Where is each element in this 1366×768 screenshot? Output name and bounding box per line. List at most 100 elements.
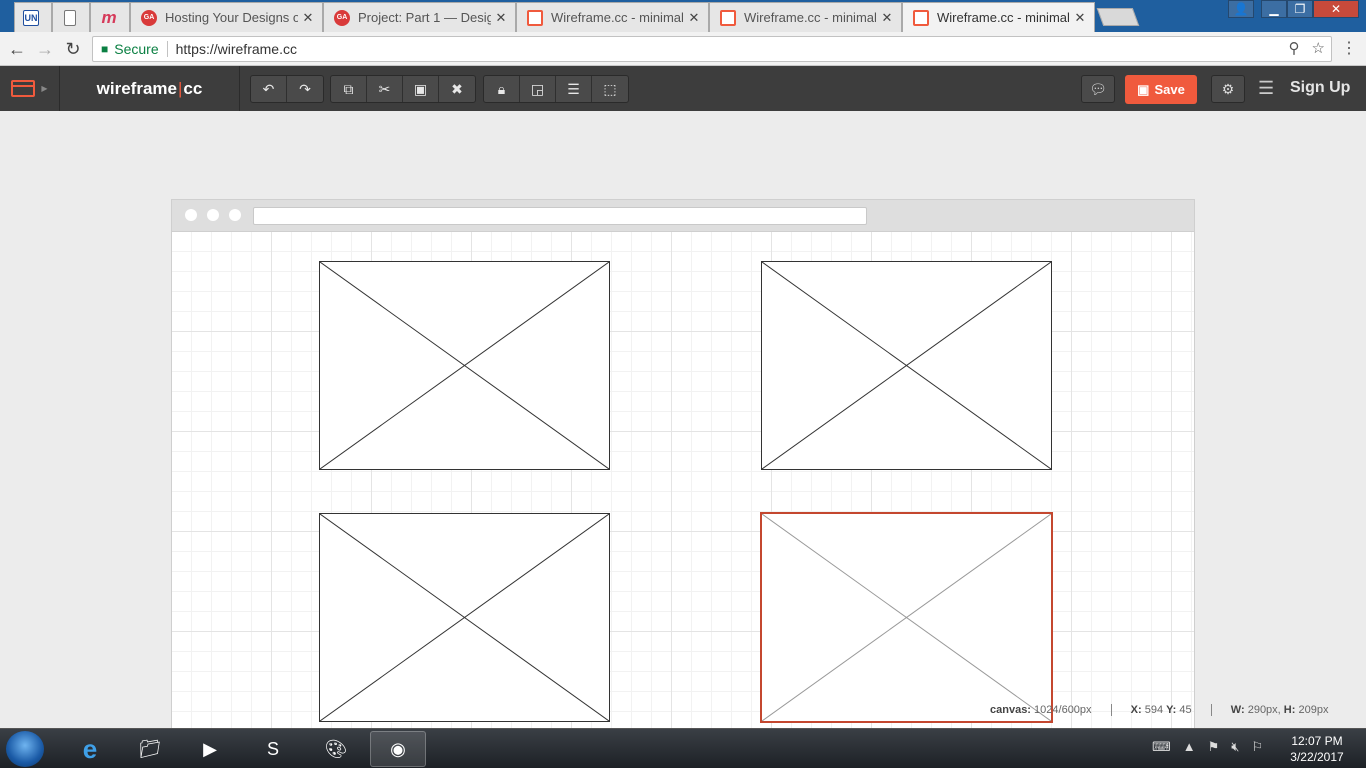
arrange-group: 🔒︎ ◲ ☰ ⬚ xyxy=(483,75,629,103)
clock-date: 3/22/2017 xyxy=(1290,750,1344,764)
back-icon[interactable]: ← xyxy=(4,36,30,62)
frame-dot xyxy=(229,209,241,221)
tab-un[interactable]: UN xyxy=(14,2,52,32)
tab-label: Hosting Your Designs on xyxy=(165,10,298,25)
lock-icon: ■ xyxy=(101,42,109,56)
window-close-icon[interactable]: ✕ xyxy=(1313,0,1359,18)
system-clock[interactable]: 12:07 PM 3/22/2017 xyxy=(1282,733,1352,765)
tray-expand-icon[interactable]: ▲ xyxy=(1183,739,1196,755)
canvas-status-bar: canvas: 1024/600px X: 594 Y: 45 W: 290px… xyxy=(990,704,1328,717)
close-icon[interactable]: ✕ xyxy=(298,10,318,26)
cut-icon[interactable]: ✂ xyxy=(367,76,403,102)
m-icon: m xyxy=(101,7,117,27)
hamburger-menu-icon[interactable]: ☰ xyxy=(1258,78,1274,99)
tab-m[interactable]: m xyxy=(90,2,130,32)
sign-up-link[interactable]: Sign Up xyxy=(1290,79,1350,97)
tab-label: Wireframe.cc - minimal w xyxy=(744,10,877,25)
stencil-menu-button[interactable]: ▶ xyxy=(0,66,60,111)
user-icon[interactable]: 👤 xyxy=(1228,0,1254,18)
omnibox[interactable]: ■ Secure https://wireframe.cc ⚲ ☆ xyxy=(92,36,1332,62)
internet-explorer-icon[interactable]: e xyxy=(62,731,118,767)
clock-time: 12:07 PM xyxy=(1291,734,1343,748)
settings-icon[interactable]: ⚙ xyxy=(1211,75,1245,103)
keyboard-icon[interactable]: ⌨ xyxy=(1152,739,1171,755)
frame-dot xyxy=(207,209,219,221)
bring-to-front-icon[interactable]: ◲ xyxy=(520,76,556,102)
work-area: canvas: 1024/600px X: 594 Y: 45 W: 290px… xyxy=(0,111,1366,728)
close-icon[interactable]: ✕ xyxy=(491,10,511,26)
caret-right-icon: ▶ xyxy=(41,84,48,93)
ga-icon: GA xyxy=(141,9,157,26)
secure-label: Secure xyxy=(114,41,159,57)
tab-blank[interactable] xyxy=(52,2,90,32)
brand-right: cc xyxy=(183,78,203,98)
action-center-icon[interactable]: ⚑ xyxy=(1208,739,1220,755)
paste-icon[interactable]: ▣ xyxy=(403,76,439,102)
tab-wireframe-1[interactable]: Wireframe.cc - minimal w ✕ xyxy=(516,2,709,32)
save-button[interactable]: ▣ Save xyxy=(1125,75,1197,104)
file-explorer-icon[interactable]: 📁︎ xyxy=(122,731,178,767)
sublime-text-icon[interactable]: S xyxy=(245,731,301,767)
canvas-grid[interactable] xyxy=(172,232,1194,728)
delete-icon[interactable]: ✖ xyxy=(439,76,475,102)
system-tray: ⌨ ▲ ⚑ 🔇︎ ⚐ xyxy=(1152,739,1263,755)
brand-left: wireframe xyxy=(96,78,177,98)
paint-icon[interactable]: 🎨︎ xyxy=(308,731,364,767)
window-stencil-icon xyxy=(11,80,36,97)
app-toolbar: ▶ wireframe | cc ↶ ↷ ⧉ ✂ ▣ ✖ 🔒︎ ◲ ☰ ⬚ 💬︎… xyxy=(0,66,1366,111)
group-icon[interactable]: ⬚ xyxy=(592,76,628,102)
image-placeholder[interactable] xyxy=(761,261,1052,470)
windows-taskbar: e 📁︎ ▶ S 🎨︎ ◉ ⌨ ▲ ⚑ 🔇︎ ⚐ 12:07 PM 3/22/2… xyxy=(0,728,1366,768)
bookmark-star-icon[interactable]: ☆ xyxy=(1312,39,1325,57)
tab-label: Project: Part 1 — Design xyxy=(358,10,491,25)
windows-start-icon[interactable] xyxy=(6,731,44,767)
comment-icon[interactable]: 💬︎ xyxy=(1081,75,1115,103)
browser-tab-strip: UN m GA Hosting Your Designs on ✕ GA Pro… xyxy=(0,0,1366,32)
url-text[interactable]: https://wireframe.cc xyxy=(176,41,297,57)
media-player-icon[interactable]: ▶ xyxy=(182,731,238,767)
edit-group: ⧉ ✂ ▣ ✖ xyxy=(330,75,476,103)
minimize-icon[interactable]: ▁ xyxy=(1261,0,1287,18)
forward-icon[interactable]: → xyxy=(32,36,58,62)
y-label: Y: xyxy=(1166,704,1177,716)
close-icon[interactable]: ✕ xyxy=(684,10,704,26)
tab-wireframe-active[interactable]: Wireframe.cc - minimal w ✕ xyxy=(902,2,1095,32)
status-divider xyxy=(1210,704,1212,717)
blank-page-icon xyxy=(64,9,76,26)
tab-project[interactable]: GA Project: Part 1 — Design ✕ xyxy=(323,2,516,32)
address-bar: ← → ↻ ■ Secure https://wireframe.cc ⚲ ☆ … xyxy=(0,32,1366,66)
floppy-disk-icon: ▣ xyxy=(1137,81,1150,97)
image-placeholder-selected[interactable] xyxy=(760,512,1053,723)
volume-muted-icon[interactable]: 🔇︎ xyxy=(1231,739,1239,755)
status-divider xyxy=(1110,704,1112,717)
copy-icon[interactable]: ⧉ xyxy=(331,76,367,102)
save-label: Save xyxy=(1154,82,1185,97)
canvas-frame-bar xyxy=(172,200,1194,232)
tab-wireframe-2[interactable]: Wireframe.cc - minimal w ✕ xyxy=(709,2,902,32)
new-tab-button[interactable] xyxy=(1096,8,1140,26)
wireframe-icon xyxy=(527,9,543,26)
un-icon: UN xyxy=(23,9,39,26)
tab-label: Wireframe.cc - minimal w xyxy=(551,10,684,25)
close-icon[interactable]: ✕ xyxy=(1070,10,1090,26)
undo-icon[interactable]: ↶ xyxy=(251,76,287,102)
omnibox-divider xyxy=(166,41,168,57)
align-icon[interactable]: ☰ xyxy=(556,76,592,102)
network-icon[interactable]: ⚐ xyxy=(1252,739,1264,755)
redo-icon[interactable]: ↷ xyxy=(287,76,323,102)
h-label: H: xyxy=(1283,704,1296,716)
chrome-icon[interactable]: ◉ xyxy=(370,731,426,767)
chrome-menu-icon[interactable]: ⋮ xyxy=(1340,38,1358,58)
image-placeholder[interactable] xyxy=(319,261,610,470)
y-value: 45 xyxy=(1179,704,1192,716)
reload-icon[interactable]: ↻ xyxy=(60,36,86,62)
extension-icon[interactable]: ⚲ xyxy=(1289,39,1300,57)
tab-label: Wireframe.cc - minimal w xyxy=(937,10,1070,25)
w-value: 290px, xyxy=(1247,704,1281,716)
maximize-icon[interactable]: ❐ xyxy=(1287,0,1313,18)
image-placeholder[interactable] xyxy=(319,513,610,722)
tab-hosting[interactable]: GA Hosting Your Designs on ✕ xyxy=(130,2,323,32)
close-icon[interactable]: ✕ xyxy=(877,10,897,26)
lock-element-icon[interactable]: 🔒︎ xyxy=(484,76,520,102)
wireframe-icon xyxy=(720,9,736,26)
